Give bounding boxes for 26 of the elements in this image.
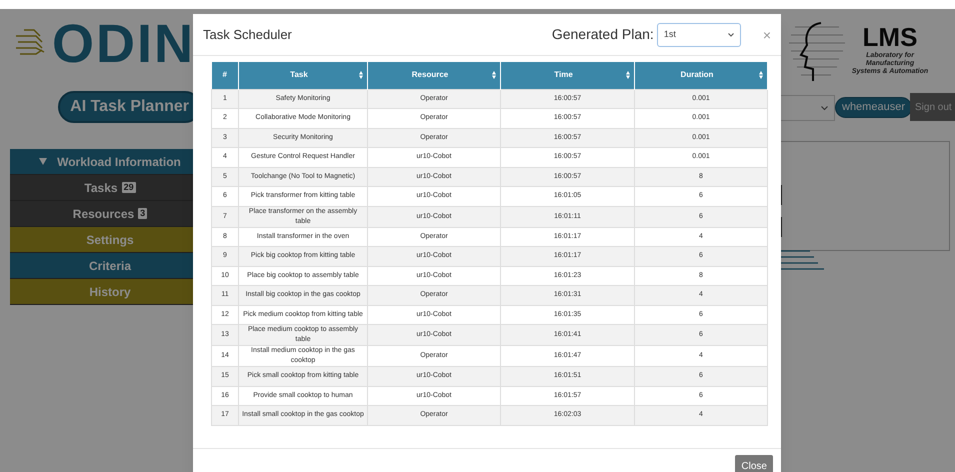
- sortable-column-header[interactable]: Duration: [634, 62, 768, 89]
- triangle-icon: [39, 158, 48, 165]
- plan-label: Generated Plan:: [552, 25, 654, 44]
- sidebar-item-label: Resources: [72, 206, 134, 222]
- sidebar-group-label: Workload Information: [57, 154, 181, 170]
- column-header-label: Time: [553, 69, 574, 82]
- column-header: #: [212, 62, 238, 89]
- sortable-column-header[interactable]: Task: [238, 62, 368, 89]
- close-button[interactable]: Close: [735, 455, 773, 472]
- sortable-column-header[interactable]: Time: [500, 62, 634, 89]
- count-badge: 29: [122, 182, 136, 193]
- modal-title: Task Scheduler: [203, 26, 292, 44]
- count-badge: 3: [138, 208, 148, 219]
- column-header-label: Duration: [680, 69, 714, 82]
- username-badge: whemeauser: [835, 97, 912, 118]
- sortable-column-header[interactable]: Resource: [368, 62, 500, 89]
- column-header-label: Task: [289, 69, 309, 82]
- sign-out-button[interactable]: Sign out: [910, 93, 955, 121]
- lms-logo-title: LMS: [862, 24, 918, 50]
- chevron-down-icon: [821, 106, 828, 110]
- chevron-down-icon: [728, 32, 734, 36]
- plan-select[interactable]: 1st: [656, 22, 741, 46]
- odin-logo: ODIN: [52, 17, 195, 71]
- column-header-label: Resource: [410, 69, 450, 82]
- sidebar-item-label: Tasks: [84, 180, 118, 196]
- plan-select-value: 1st: [664, 28, 676, 41]
